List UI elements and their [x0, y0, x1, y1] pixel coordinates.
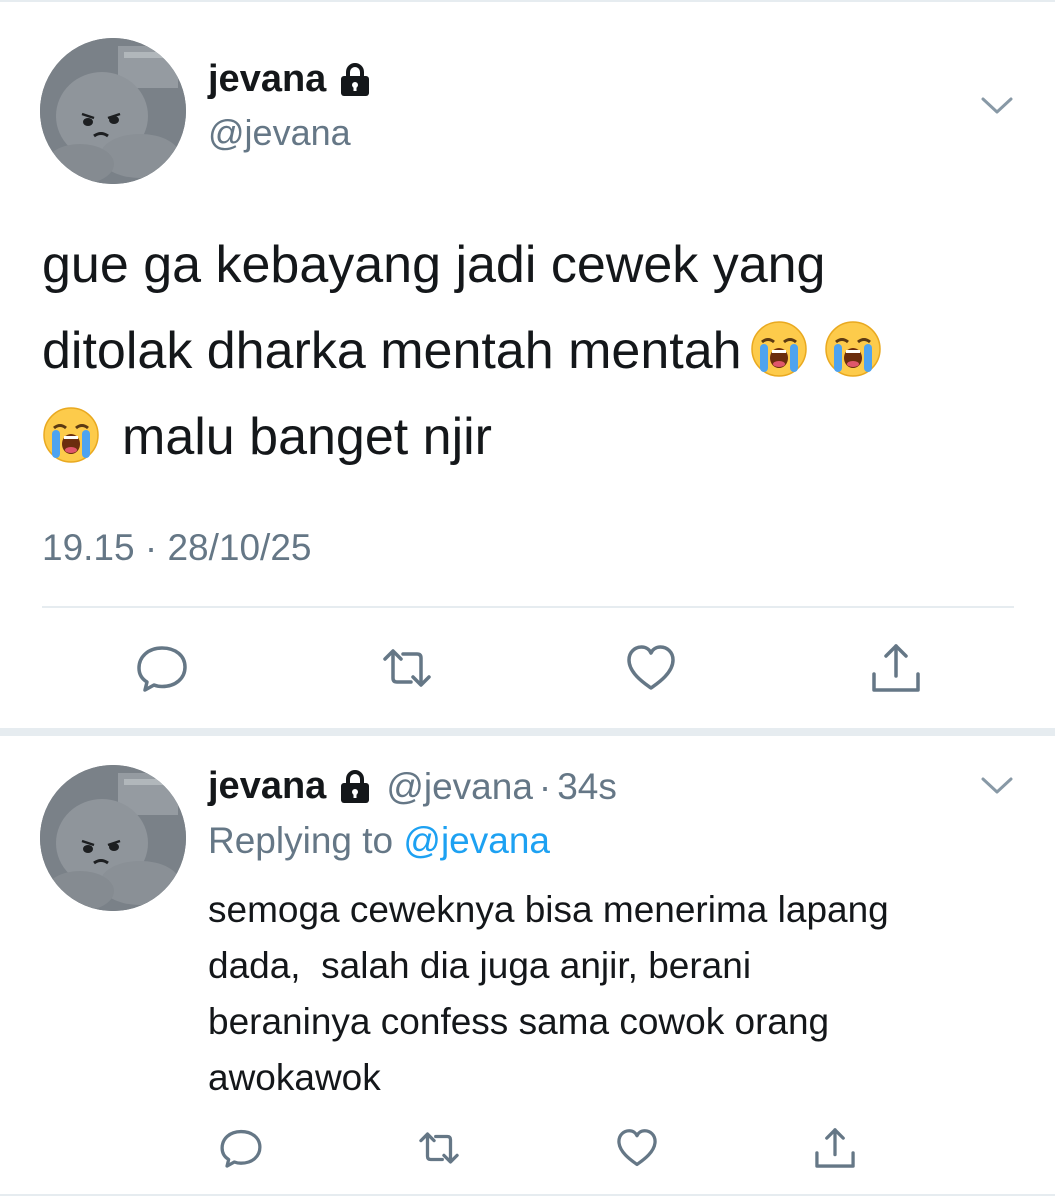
- retweet-icon: [419, 1132, 459, 1164]
- like-button[interactable]: [623, 640, 679, 696]
- tweet-text-line: gue ga kebayang jadi cewek yang: [42, 236, 826, 294]
- reply-header: jevana @jevana · 34s: [208, 765, 617, 808]
- share-icon: [815, 1128, 855, 1168]
- like-button[interactable]: [614, 1125, 660, 1171]
- tweet-text: gue ga kebayang jadi cewek yang ditolak …: [42, 222, 1002, 480]
- main-tweet: jevana @jevana gue ga kebayang jadi cewe…: [0, 0, 1055, 728]
- tweet-text-line: malu banget njir: [42, 394, 1002, 480]
- avatar[interactable]: [40, 38, 186, 184]
- separator-dot: ·: [538, 765, 552, 807]
- heart-icon: [617, 1129, 657, 1167]
- retweet-icon: [382, 649, 431, 687]
- reply-text-line: dada, salah dia juga anjir, berani: [208, 945, 752, 986]
- tweet-text-segment: ditolak dharka mentah mentah: [42, 322, 742, 380]
- handle[interactable]: @jevana: [386, 766, 533, 808]
- display-name[interactable]: jevana: [208, 765, 326, 808]
- timestamp[interactable]: 19.15 · 28/10/25: [42, 527, 312, 569]
- chevron-down-icon[interactable]: [980, 95, 1014, 117]
- share-button[interactable]: [868, 640, 924, 696]
- action-bar: [134, 640, 924, 696]
- bottom-divider: [0, 1194, 1055, 1196]
- replying-prefix: Replying to: [208, 820, 394, 861]
- tweet-text-segment: malu banget njir: [122, 408, 492, 466]
- reply-text-line: awokawok: [208, 1057, 381, 1098]
- display-name-row: jevana: [208, 58, 372, 101]
- handle[interactable]: @jevana: [208, 112, 351, 154]
- reply-text-line: beraninya confess sama cowok orang: [208, 1001, 830, 1042]
- reply-button[interactable]: [134, 640, 190, 696]
- share-button[interactable]: [812, 1125, 858, 1171]
- share-icon: [872, 644, 920, 692]
- reply-icon: [137, 646, 187, 692]
- loudly-crying-face-icon: [42, 406, 100, 464]
- heart-icon: [627, 645, 676, 690]
- reply-text: semoga ceweknya bisa menerima lapang dad…: [208, 882, 1018, 1106]
- lock-icon: [338, 62, 372, 98]
- tweet-text-line: ditolak dharka mentah mentah: [42, 308, 1002, 394]
- section-separator: [0, 728, 1055, 736]
- reply-text-line: semoga ceweknya bisa menerima lapang: [208, 889, 889, 930]
- retweet-button[interactable]: [379, 640, 435, 696]
- reply-button[interactable]: [218, 1125, 264, 1171]
- replying-to: Replying to @jevana: [208, 820, 550, 862]
- loudly-crying-face-icon: [750, 320, 808, 378]
- retweet-button[interactable]: [416, 1125, 462, 1171]
- action-bar: [218, 1125, 858, 1171]
- chevron-down-icon[interactable]: [980, 775, 1014, 797]
- reply-age[interactable]: 34s: [557, 766, 617, 808]
- avatar[interactable]: [40, 765, 186, 911]
- replying-mention-link[interactable]: @jevana: [403, 820, 550, 861]
- lock-icon: [338, 769, 372, 805]
- loudly-crying-face-icon: [824, 320, 882, 378]
- display-name[interactable]: jevana: [208, 58, 326, 101]
- reply-icon: [220, 1129, 262, 1168]
- divider: [42, 606, 1014, 608]
